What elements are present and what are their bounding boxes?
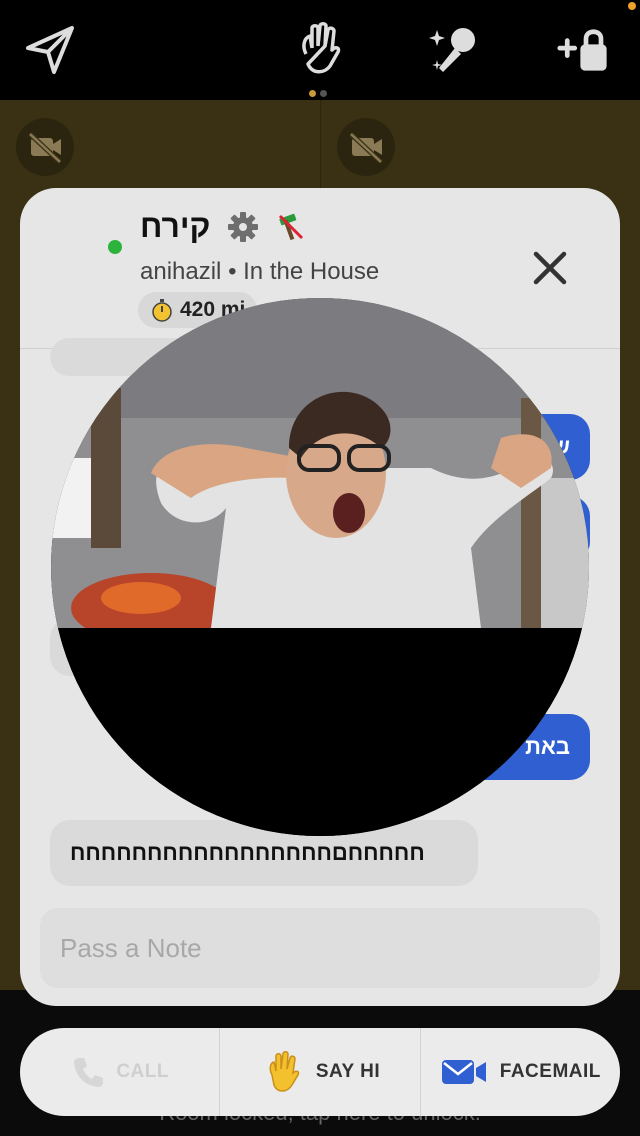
facemail-icon: [441, 1060, 486, 1084]
call-button[interactable]: CALL: [20, 1028, 219, 1116]
wave-icon[interactable]: [290, 20, 350, 80]
profile-name: קירח: [140, 208, 211, 244]
separator: •: [228, 258, 237, 285]
pass-a-note-field[interactable]: [40, 908, 600, 988]
page-dot: [320, 90, 327, 97]
hammer-icon: [278, 213, 304, 241]
magic-mic-icon[interactable]: [425, 20, 485, 80]
facemail-button[interactable]: FACEMAIL: [419, 1028, 620, 1116]
presence-status: In the House: [243, 258, 380, 285]
waving-hand-icon: [269, 1051, 300, 1092]
camera-off-icon: [349, 132, 383, 164]
video-frame: [51, 298, 589, 836]
camera-off-icon: [28, 132, 62, 164]
gear-icon[interactable]: [226, 210, 260, 244]
facemail-label: FACEMAIL: [499, 1061, 601, 1082]
phone-icon: [74, 1058, 104, 1087]
page-indicator: [309, 84, 333, 97]
say-hi-button[interactable]: SAY HI: [219, 1028, 419, 1116]
online-status-dot: [108, 240, 122, 254]
say-hi-label: SAY HI: [315, 1061, 381, 1082]
profile-subtitle: anihazil • In the House: [140, 258, 379, 286]
note-input[interactable]: [40, 908, 600, 988]
add-lock-icon[interactable]: [556, 20, 616, 80]
username: anihazil: [140, 258, 222, 285]
call-label: CALL: [116, 1061, 169, 1082]
page-dot-active: [309, 90, 316, 97]
action-bar: CALL SAY HI FACEMAIL: [20, 1028, 620, 1116]
stopwatch-icon: [152, 299, 172, 322]
live-video-bubble[interactable]: [51, 298, 589, 836]
recording-indicator: [628, 2, 636, 10]
close-icon[interactable]: [530, 248, 570, 288]
top-bar: [0, 0, 640, 100]
send-icon[interactable]: [20, 20, 80, 80]
